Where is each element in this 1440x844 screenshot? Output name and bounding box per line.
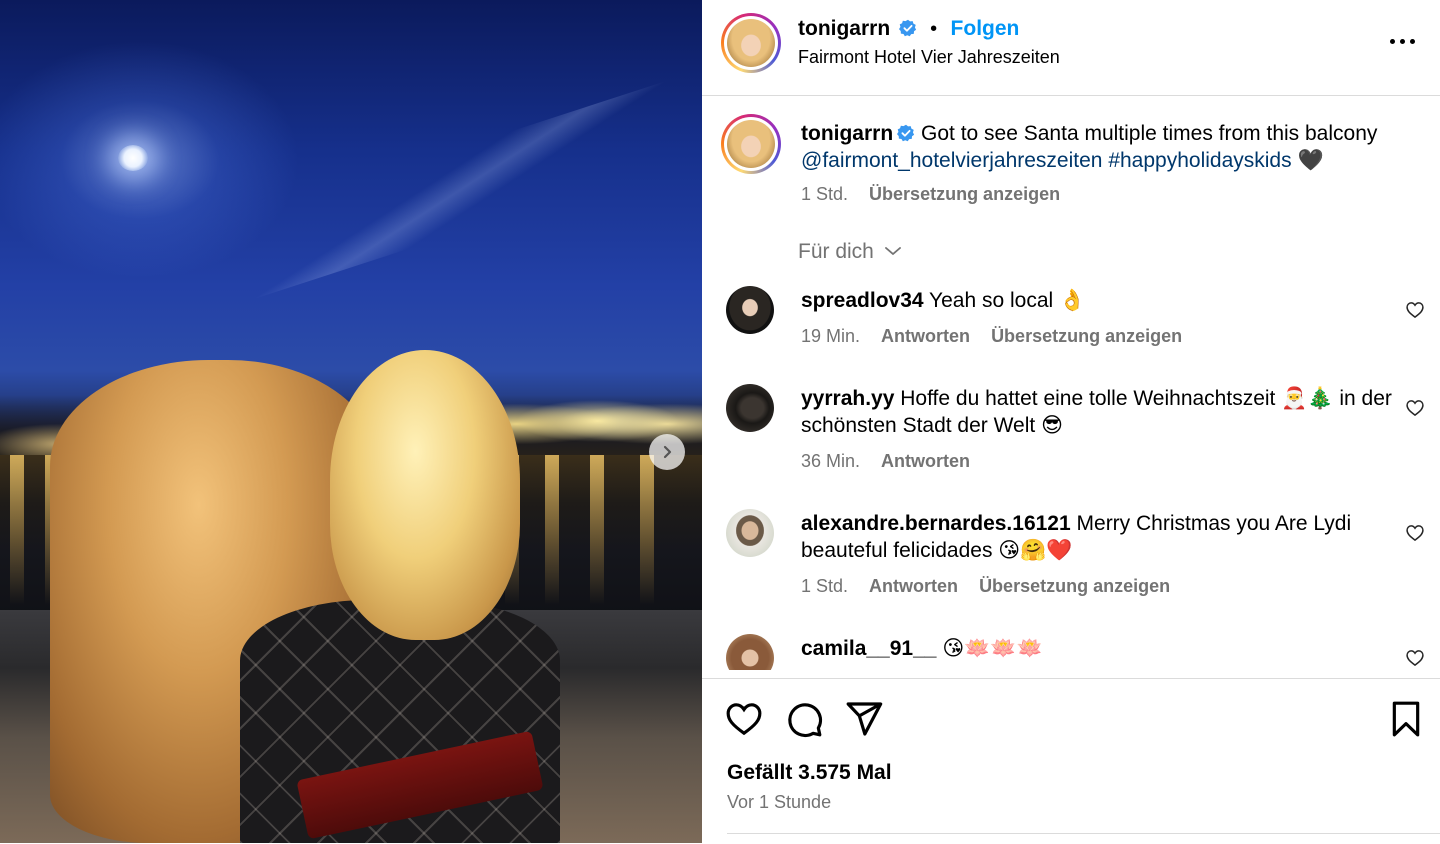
post-header: tonigarrn • Folgen Fairmont Hotel Vier J… [702,0,1440,96]
comment-meta: 19 Min. Antworten Übersetzung anzeigen [801,326,1182,347]
heart-icon[interactable] [1405,398,1425,418]
reply-button[interactable]: Antworten [881,326,970,346]
caption-text: tonigarrn Got to see Santa multiple time… [801,120,1411,174]
chevron-down-icon [884,247,901,256]
commenter-avatar[interactable] [726,286,774,334]
light-reflection [590,455,604,605]
commenter-avatar[interactable] [726,384,774,432]
caption-hashtag[interactable]: #happyholidayskids [1108,149,1291,172]
post-username[interactable]: tonigarrn [798,17,890,40]
caption-meta: 1 Std. Übersetzung anzeigen [801,184,1060,205]
caption-body: Got to see Santa multiple times from thi… [921,122,1378,145]
comment-sort-dropdown[interactable]: Für dich [798,240,902,264]
bookmark-icon[interactable] [1386,699,1426,739]
comment-username[interactable]: alexandre.bernardes.16121 [801,512,1071,535]
verified-icon [897,124,915,142]
caption-time: 1 Std. [801,184,849,204]
comment-username[interactable]: yyrrah.yy [801,387,894,410]
commenter-avatar[interactable] [726,634,774,670]
share-icon[interactable] [844,699,884,739]
comment-body: Yeah so local 👌 [929,289,1086,312]
more-icon [1390,39,1395,44]
comment-username[interactable]: spreadlov34 [801,289,924,312]
comment-icon[interactable] [784,699,824,739]
comment-text: yyrrah.yy Hoffe du hattet eine tolle Wei… [801,385,1401,439]
heart-icon[interactable] [1405,648,1425,668]
comment-item: camila__91__ 😘🪷🪷🪷 [702,634,1440,670]
likes-count[interactable]: Gefällt 3.575 Mal [727,761,892,785]
comment-body: 😘🪷🪷🪷 [942,637,1043,660]
follow-button[interactable]: Folgen [951,17,1020,40]
heart-icon[interactable] [724,699,764,739]
light-reflection [10,455,24,605]
translate-link[interactable]: Übersetzung anzeigen [991,326,1182,346]
avatar[interactable] [721,13,781,73]
comment-username[interactable]: camila__91__ [801,637,936,660]
post-actions: Gefällt 3.575 Mal Vor 1 Stunde [702,678,1440,844]
post-location[interactable]: Fairmont Hotel Vier Jahreszeiten [798,47,1060,68]
translate-link[interactable]: Übersetzung anzeigen [979,576,1170,596]
more-options-button[interactable] [1388,26,1418,56]
next-photo-button[interactable] [649,434,685,470]
post-photo[interactable] [0,0,702,843]
separator-dot: • [930,18,938,40]
light-reflection [545,455,559,605]
heart-icon[interactable] [1405,300,1425,320]
comment-text: spreadlov34 Yeah so local 👌 [801,287,1401,314]
comment-sort-label: Für dich [798,240,874,263]
post-side-panel: tonigarrn • Folgen Fairmont Hotel Vier J… [702,0,1440,843]
caption-avatar[interactable] [721,114,781,174]
caption-emoji: 🖤 [1297,149,1324,172]
heart-icon[interactable] [1405,523,1425,543]
comment-text: camila__91__ 😘🪷🪷🪷 [801,635,1401,662]
light-reflection [640,455,654,605]
avatar-image [727,120,775,168]
post-timestamp: Vor 1 Stunde [727,792,832,812]
commenter-avatar[interactable] [726,509,774,557]
reply-button[interactable]: Antworten [881,451,970,471]
caption-mention[interactable]: @fairmont_hotelvierjahreszeiten [801,149,1102,172]
caption-translate-link[interactable]: Übersetzung anzeigen [869,184,1060,204]
comment-meta: 36 Min. Antworten [801,451,970,472]
caption-username[interactable]: tonigarrn [801,122,893,145]
divider [727,833,1440,834]
comment-time: 36 Min. [801,451,861,471]
comment-time: 1 Std. [801,576,849,596]
comment-time: 19 Min. [801,326,861,346]
avatar-image [727,19,775,67]
child-right-hair [330,350,520,640]
reply-button[interactable]: Antworten [869,576,958,596]
comment-text: alexandre.bernardes.16121 Merry Christma… [801,510,1401,564]
next-arrow-icon [663,445,672,459]
header-title-row: tonigarrn • Folgen [798,17,1019,41]
verified-icon [898,19,916,37]
moon [118,145,148,171]
comment-meta: 1 Std. Antworten Übersetzung anzeigen [801,576,1170,597]
